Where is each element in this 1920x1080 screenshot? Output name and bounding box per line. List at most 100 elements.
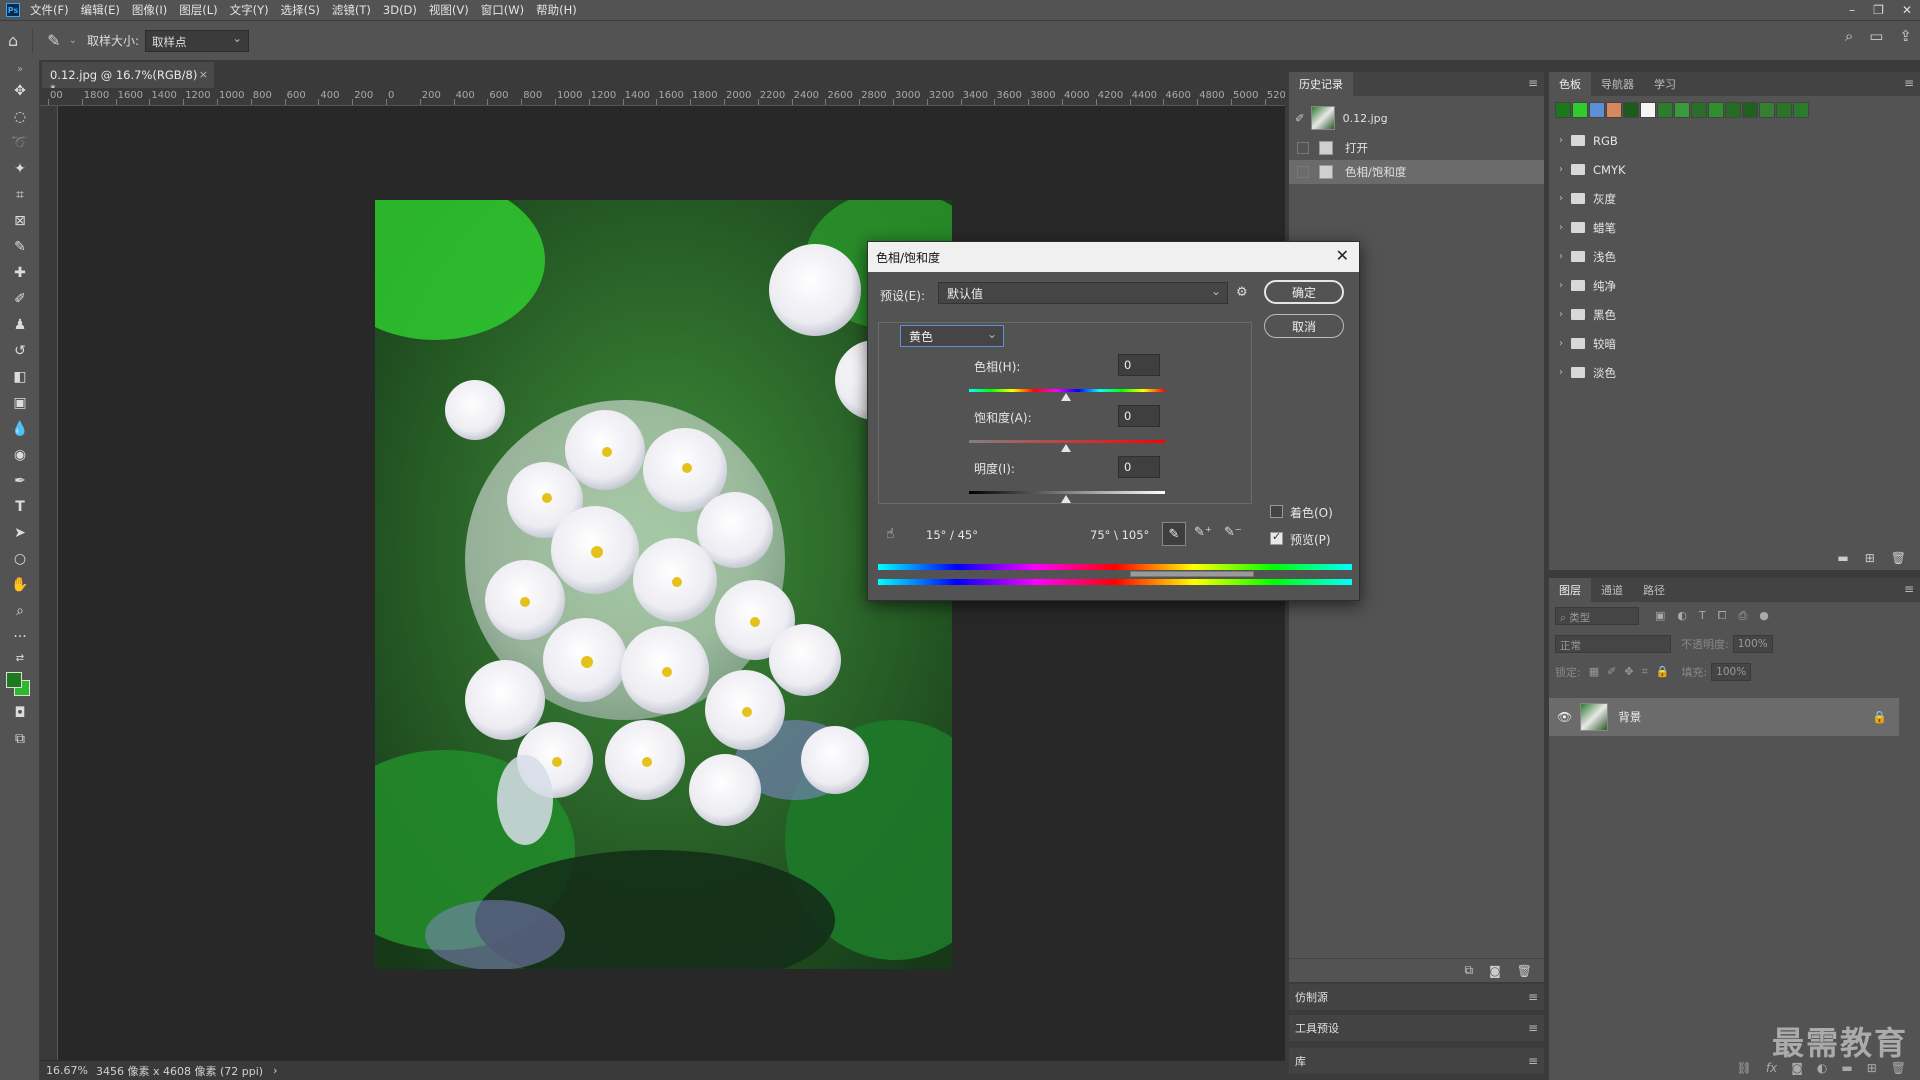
workspace-icon[interactable]: ▭ (1869, 27, 1883, 45)
document-tab[interactable]: 0.12.jpg @ 16.7%(RGB/8) * × (42, 62, 214, 96)
menu-3d[interactable]: 3D(D) (383, 3, 417, 17)
gear-icon[interactable]: ⚙ (1236, 285, 1248, 300)
dialog-close-icon[interactable]: ✕ (1336, 246, 1349, 265)
swatch-color[interactable] (1657, 102, 1673, 118)
fill-input[interactable]: 100% (1711, 663, 1752, 681)
blur-tool-icon[interactable]: 💧 (0, 416, 40, 442)
menu-help[interactable]: 帮助(H) (536, 2, 577, 18)
restore-button[interactable]: ❐ (1873, 3, 1884, 17)
brush-tool-icon[interactable]: ✐ (0, 286, 40, 312)
tab-swatches[interactable]: 色板 (1549, 72, 1591, 96)
share-icon[interactable]: ⇪ (1899, 27, 1912, 45)
chevron-right-icon[interactable]: › (1559, 280, 1563, 291)
new-swatch-icon[interactable]: ⊞ (1865, 551, 1875, 565)
ellipse-tool-icon[interactable]: ○ (0, 546, 40, 572)
panel-menu-icon[interactable]: ≡ (1528, 1021, 1538, 1035)
new-group-icon[interactable]: ▬ (1837, 551, 1848, 565)
sample-size-select[interactable]: 取样点 (145, 29, 249, 52)
lightness-slider-track[interactable] (969, 491, 1165, 494)
cancel-button[interactable]: 取消 (1264, 314, 1344, 338)
swatch-color[interactable] (1674, 102, 1690, 118)
home-icon[interactable]: ⌂ (8, 31, 18, 50)
info-menu-arrow[interactable]: › (273, 1064, 277, 1077)
swatch-color[interactable] (1572, 102, 1588, 118)
layer-filter-icons[interactable]: ▣◐T⧠⎙● (1655, 609, 1781, 623)
collapse-icon[interactable]: » (0, 60, 40, 78)
saturation-slider-track[interactable] (969, 440, 1165, 443)
swatch-folder[interactable]: › RGB (1549, 126, 1920, 155)
swatch-folder[interactable]: › 灰度 (1549, 184, 1920, 213)
chevron-right-icon[interactable]: › (1559, 164, 1563, 175)
swatch-folder[interactable]: › 黑色 (1549, 300, 1920, 329)
tab-channels[interactable]: 通道 (1591, 578, 1633, 602)
hue-slider-track[interactable] (969, 389, 1165, 392)
swap-colors-icon[interactable]: ⇄ (0, 650, 40, 666)
channel-select[interactable]: 黄色 ⌄ (900, 325, 1004, 347)
hand-tool-icon[interactable]: ✋ (0, 572, 40, 598)
chevron-right-icon[interactable]: › (1559, 222, 1563, 233)
zoom-tool-icon[interactable]: ⌕ (0, 598, 40, 624)
opacity-input[interactable]: 100% (1732, 635, 1773, 653)
blend-mode-select[interactable]: 正常 (1555, 635, 1671, 653)
screen-mode-icon[interactable]: ⧉ (0, 726, 40, 752)
lightness-input[interactable]: 0 (1118, 456, 1160, 478)
panel-menu-icon[interactable]: ≡ (1904, 76, 1914, 90)
minimize-button[interactable]: – (1849, 3, 1855, 17)
hue-input[interactable]: 0 (1118, 354, 1160, 376)
history-state-open[interactable]: 打开 (1289, 136, 1544, 160)
history-source-checkbox[interactable] (1297, 142, 1309, 154)
menu-edit[interactable]: 编辑(E) (81, 2, 120, 18)
swatch-color[interactable] (1742, 102, 1758, 118)
search-icon[interactable]: ⌕ (1845, 27, 1853, 45)
swatch-color[interactable] (1759, 102, 1775, 118)
gradient-tool-icon[interactable]: ▣ (0, 390, 40, 416)
swatch-color[interactable] (1589, 102, 1605, 118)
more-tools-icon[interactable]: ··· (0, 624, 40, 650)
trash-icon[interactable]: 🗑 (1891, 551, 1906, 565)
chevron-right-icon[interactable]: › (1559, 309, 1563, 320)
lock-icons[interactable]: ▦✐✥⌗🔒 (1589, 665, 1678, 679)
lightness-slider-thumb[interactable] (1061, 495, 1071, 503)
ok-button[interactable]: 确定 (1264, 280, 1344, 304)
tab-history[interactable]: 历史记录 (1289, 72, 1353, 96)
camera-icon[interactable]: ◙ (1489, 964, 1501, 978)
dodge-tool-icon[interactable]: ◉ (0, 442, 40, 468)
eyedropper-tool-preset-icon[interactable]: ✎ (47, 31, 60, 50)
hue-slider-thumb[interactable] (1061, 393, 1071, 401)
chevron-right-icon[interactable]: › (1559, 367, 1563, 378)
colorize-checkbox[interactable] (1270, 505, 1283, 518)
panel-menu-icon[interactable]: ≡ (1528, 990, 1538, 1004)
clone-source-panel[interactable]: 仿制源 ≡ (1289, 984, 1544, 1010)
path-selection-tool-icon[interactable]: ➤ (0, 520, 40, 546)
lasso-tool-icon[interactable]: ➰ (0, 130, 40, 156)
swatch-folder[interactable]: › 浅色 (1549, 242, 1920, 271)
swatch-color[interactable] (1708, 102, 1724, 118)
pen-tool-icon[interactable]: ✒ (0, 468, 40, 494)
eyedropper-tool-icon[interactable]: ✎ (0, 234, 40, 260)
menu-select[interactable]: 选择(S) (281, 2, 320, 18)
tab-navigator[interactable]: 导航器 (1591, 72, 1644, 96)
menu-type[interactable]: 文字(Y) (230, 2, 269, 18)
move-tool-icon[interactable]: ✥ (0, 78, 40, 104)
trash-icon[interactable]: 🗑 (1517, 964, 1532, 978)
close-window-button[interactable]: ✕ (1902, 3, 1912, 17)
menu-filter[interactable]: 滤镜(T) (332, 2, 371, 18)
tab-layers[interactable]: 图层 (1549, 578, 1591, 602)
targeted-adjustment-hand-icon[interactable]: ☝ (886, 526, 895, 542)
chevron-right-icon[interactable]: › (1559, 251, 1563, 262)
eyedropper-icon[interactable]: ✎ (1162, 522, 1186, 546)
eye-icon[interactable]: 👁 (1557, 710, 1572, 724)
history-snapshot[interactable]: ✐ 0.12.jpg (1289, 100, 1544, 136)
swatch-color[interactable] (1555, 102, 1571, 118)
saturation-input[interactable]: 0 (1118, 405, 1160, 427)
libraries-panel[interactable]: 库 ≡ (1289, 1048, 1544, 1074)
swatch-color[interactable] (1793, 102, 1809, 118)
swatch-folder[interactable]: › 纯净 (1549, 271, 1920, 300)
marquee-tool-icon[interactable]: ◌ (0, 104, 40, 130)
chevron-right-icon[interactable]: › (1559, 338, 1563, 349)
layer-filter-select[interactable]: ⌕ 类型 (1555, 607, 1639, 625)
new-document-from-state-icon[interactable]: ⧉ (1465, 963, 1474, 978)
preset-select[interactable]: 默认值 ⌄ (938, 282, 1228, 304)
panel-menu-icon[interactable]: ≡ (1528, 76, 1538, 90)
quick-mask-icon[interactable]: ◘ (0, 700, 40, 726)
